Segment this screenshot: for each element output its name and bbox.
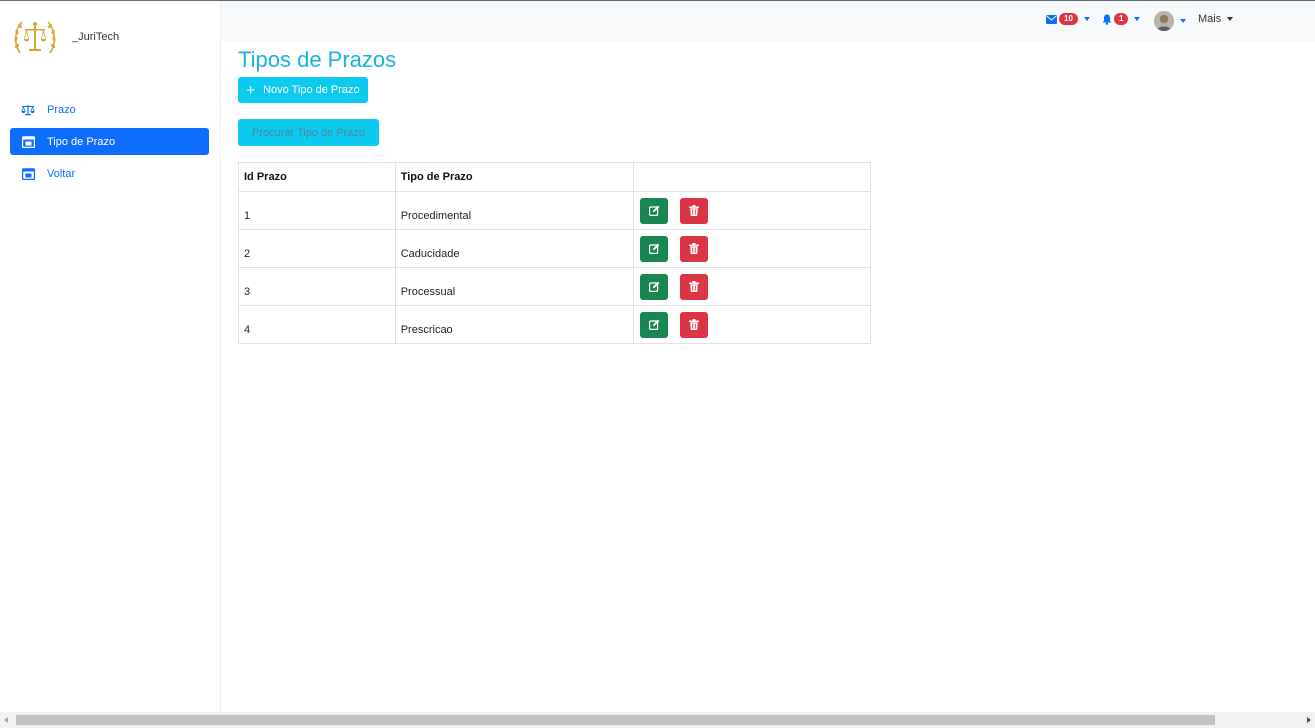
- alerts-count-badge: 1: [1114, 13, 1129, 25]
- more-label: Mais: [1198, 13, 1222, 25]
- edit-icon: [648, 319, 660, 330]
- delete-button[interactable]: [680, 197, 709, 224]
- chevron-down-icon: [1180, 19, 1186, 23]
- page-title: Tipos de Prazos: [238, 47, 397, 72]
- messages-count-badge: 10: [1059, 13, 1078, 25]
- column-header-type: Tipo de Prazo: [394, 162, 635, 192]
- brand-name: _JuriTech: [72, 31, 120, 43]
- sidebar-nav: Prazo Tipo de Prazo Voltar: [10, 96, 209, 192]
- envelope-icon: [1046, 14, 1057, 24]
- cell-type: Caducidade: [394, 229, 635, 268]
- edit-button[interactable]: [640, 311, 669, 338]
- edit-icon: [648, 243, 660, 254]
- table-header-row: Id Prazo Tipo de Prazo: [238, 162, 871, 192]
- chevron-down-icon: [1134, 17, 1141, 21]
- messages-dropdown[interactable]: 10: [1046, 13, 1090, 25]
- plus-icon: +: [246, 81, 256, 99]
- new-button-label: Novo Tipo de Prazo: [263, 84, 360, 96]
- sidebar-item-voltar[interactable]: Voltar: [10, 160, 209, 187]
- avatar: [1154, 11, 1174, 31]
- edit-button[interactable]: [640, 273, 669, 300]
- bell-icon: [1102, 14, 1112, 25]
- edit-button[interactable]: [640, 197, 669, 224]
- alerts-dropdown[interactable]: 1: [1102, 13, 1141, 25]
- sidebar-item-prazo[interactable]: Prazo: [10, 96, 209, 123]
- cell-actions: [633, 305, 871, 344]
- trash-icon: [689, 243, 700, 254]
- cell-id: 1: [238, 191, 396, 230]
- chevron-down-icon: [1227, 17, 1234, 21]
- edit-icon: [648, 205, 660, 216]
- calendar-icon: [21, 135, 35, 149]
- scroll-right-arrow-icon[interactable]: [1307, 717, 1311, 723]
- logo[interactable]: [10, 13, 60, 63]
- sidebar-item-label: Prazo: [47, 103, 76, 116]
- delete-button[interactable]: [680, 311, 709, 338]
- trash-icon: [689, 281, 700, 292]
- new-deadline-type-button[interactable]: + Novo Tipo de Prazo: [238, 77, 368, 103]
- trash-icon: [689, 205, 700, 216]
- sidebar-item-label: Tipo de Prazo: [47, 135, 116, 148]
- table-row: 2 Caducidade: [238, 229, 871, 268]
- cell-id: 4: [238, 305, 396, 344]
- delete-button[interactable]: [680, 273, 709, 300]
- table-row: 1 Procedimental: [238, 191, 871, 230]
- edit-button[interactable]: [640, 235, 669, 262]
- trash-icon: [689, 319, 700, 330]
- column-header-id: Id Prazo: [238, 162, 396, 192]
- search-deadline-type-button[interactable]: Procurar Tipo de Prazo: [238, 119, 379, 146]
- chevron-down-icon: [1083, 17, 1090, 21]
- calendar-icon: [21, 167, 35, 181]
- scrollbar-thumb[interactable]: [16, 715, 1215, 725]
- sidebar-item-tipo-de-prazo[interactable]: Tipo de Prazo: [10, 128, 209, 155]
- table-row: 3 Processual: [238, 267, 871, 306]
- deadline-types-table: Id Prazo Tipo de Prazo 1 Procedimental 2…: [238, 162, 871, 344]
- edit-icon: [648, 281, 660, 292]
- scales-laurel-icon: [14, 21, 56, 54]
- table-row: 4 Prescricao: [238, 305, 871, 344]
- column-header-actions: [633, 162, 871, 192]
- cell-id: 2: [238, 229, 396, 268]
- cell-actions: [633, 267, 871, 306]
- topbar: 10 1 Mais: [221, 1, 1315, 42]
- cell-actions: [633, 191, 871, 230]
- delete-button[interactable]: [680, 235, 709, 262]
- search-button-label: Procurar Tipo de Prazo: [251, 126, 366, 139]
- more-dropdown[interactable]: Mais: [1198, 13, 1234, 25]
- user-dropdown[interactable]: [1154, 11, 1186, 31]
- scroll-left-arrow-icon[interactable]: [4, 717, 8, 723]
- cell-actions: [633, 229, 871, 268]
- cell-type: Prescricao: [394, 305, 635, 344]
- sidebar-item-label: Voltar: [47, 167, 76, 180]
- scale-icon: [21, 103, 35, 117]
- sidebar: _JuriTech Prazo Tipo de Prazo Voltar: [0, 1, 221, 712]
- cell-id: 3: [238, 267, 396, 306]
- horizontal-scrollbar[interactable]: [0, 712, 1315, 728]
- cell-type: Processual: [394, 267, 635, 306]
- cell-type: Procedimental: [394, 191, 635, 230]
